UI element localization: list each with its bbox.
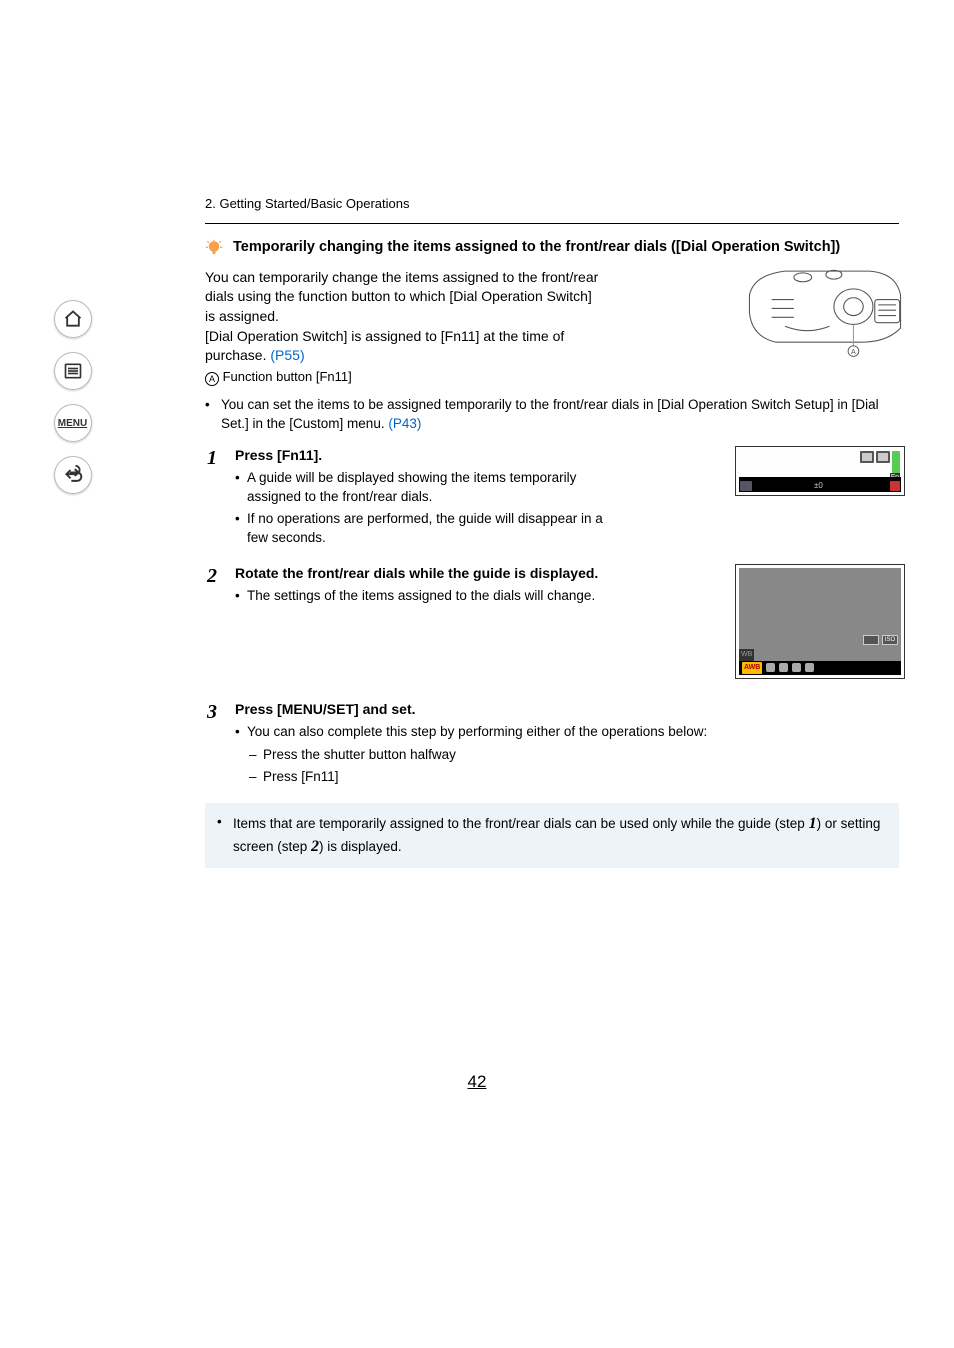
- list-icon: [63, 361, 83, 381]
- divider: [205, 223, 899, 224]
- menu-icon-button[interactable]: MENU: [54, 404, 92, 442]
- page-number[interactable]: 42: [468, 1072, 487, 1092]
- intro-paragraph-2: [Dial Operation Switch] is assigned to […: [205, 327, 605, 366]
- step-1-bullet-1: A guide will be displayed showing the it…: [235, 469, 605, 507]
- svg-text:A: A: [851, 348, 856, 356]
- section-title: Temporarily changing the items assigned …: [233, 238, 840, 258]
- tip-icon: [205, 239, 223, 257]
- page-content: 2. Getting Started/Basic Operations Temp…: [145, 0, 954, 868]
- step-3-sub-1: Press the shutter button halfway: [249, 746, 899, 765]
- step-3-sub-2: Press [Fn11]: [249, 768, 899, 787]
- camera-illustration: A: [745, 264, 905, 367]
- step-number-3: 3: [207, 698, 217, 726]
- step-2-title: Rotate the front/rear dials while the gu…: [235, 564, 605, 584]
- step-2: 2 Rotate the front/rear dials while the …: [205, 564, 899, 684]
- link-p43[interactable]: (P43): [388, 416, 421, 431]
- sidebar-nav: MENU: [0, 0, 145, 1348]
- step-2-bullet-1: The settings of the items assigned to th…: [235, 587, 605, 606]
- link-p55[interactable]: (P55): [270, 347, 304, 363]
- breadcrumb: 2. Getting Started/Basic Operations: [205, 195, 899, 213]
- intro-paragraph-1: You can temporarily change the items ass…: [205, 268, 605, 327]
- back-icon-button[interactable]: [54, 456, 92, 494]
- section-header: Temporarily changing the items assigned …: [205, 238, 899, 258]
- lcd-setting-illustration: ISO WB AWB: [735, 564, 905, 679]
- step-number-2: 2: [207, 562, 217, 590]
- step-3-bullet-1: You can also complete this step by perfo…: [235, 723, 899, 742]
- step-1: 1 Press [Fn11]. A guide will be displaye…: [205, 446, 899, 548]
- info-note-box: • Items that are temporarily assigned to…: [205, 803, 899, 868]
- callout-a: A Function button [Fn11]: [205, 368, 605, 386]
- home-icon: [63, 309, 83, 329]
- note-dial-setup: • You can set the items to be assigned t…: [205, 396, 899, 434]
- toc-icon-button[interactable]: [54, 352, 92, 390]
- home-icon-button[interactable]: [54, 300, 92, 338]
- callout-marker-a: A: [205, 372, 219, 386]
- lcd-guide-illustration: Fn ±0: [735, 446, 905, 496]
- step-1-bullet-2: If no operations are performed, the guid…: [235, 510, 605, 548]
- step-3: 3 Press [MENU/SET] and set. You can also…: [205, 700, 899, 787]
- step-number-1: 1: [207, 444, 217, 472]
- step-3-title: Press [MENU/SET] and set.: [235, 700, 899, 720]
- back-arrow-icon: [63, 465, 83, 485]
